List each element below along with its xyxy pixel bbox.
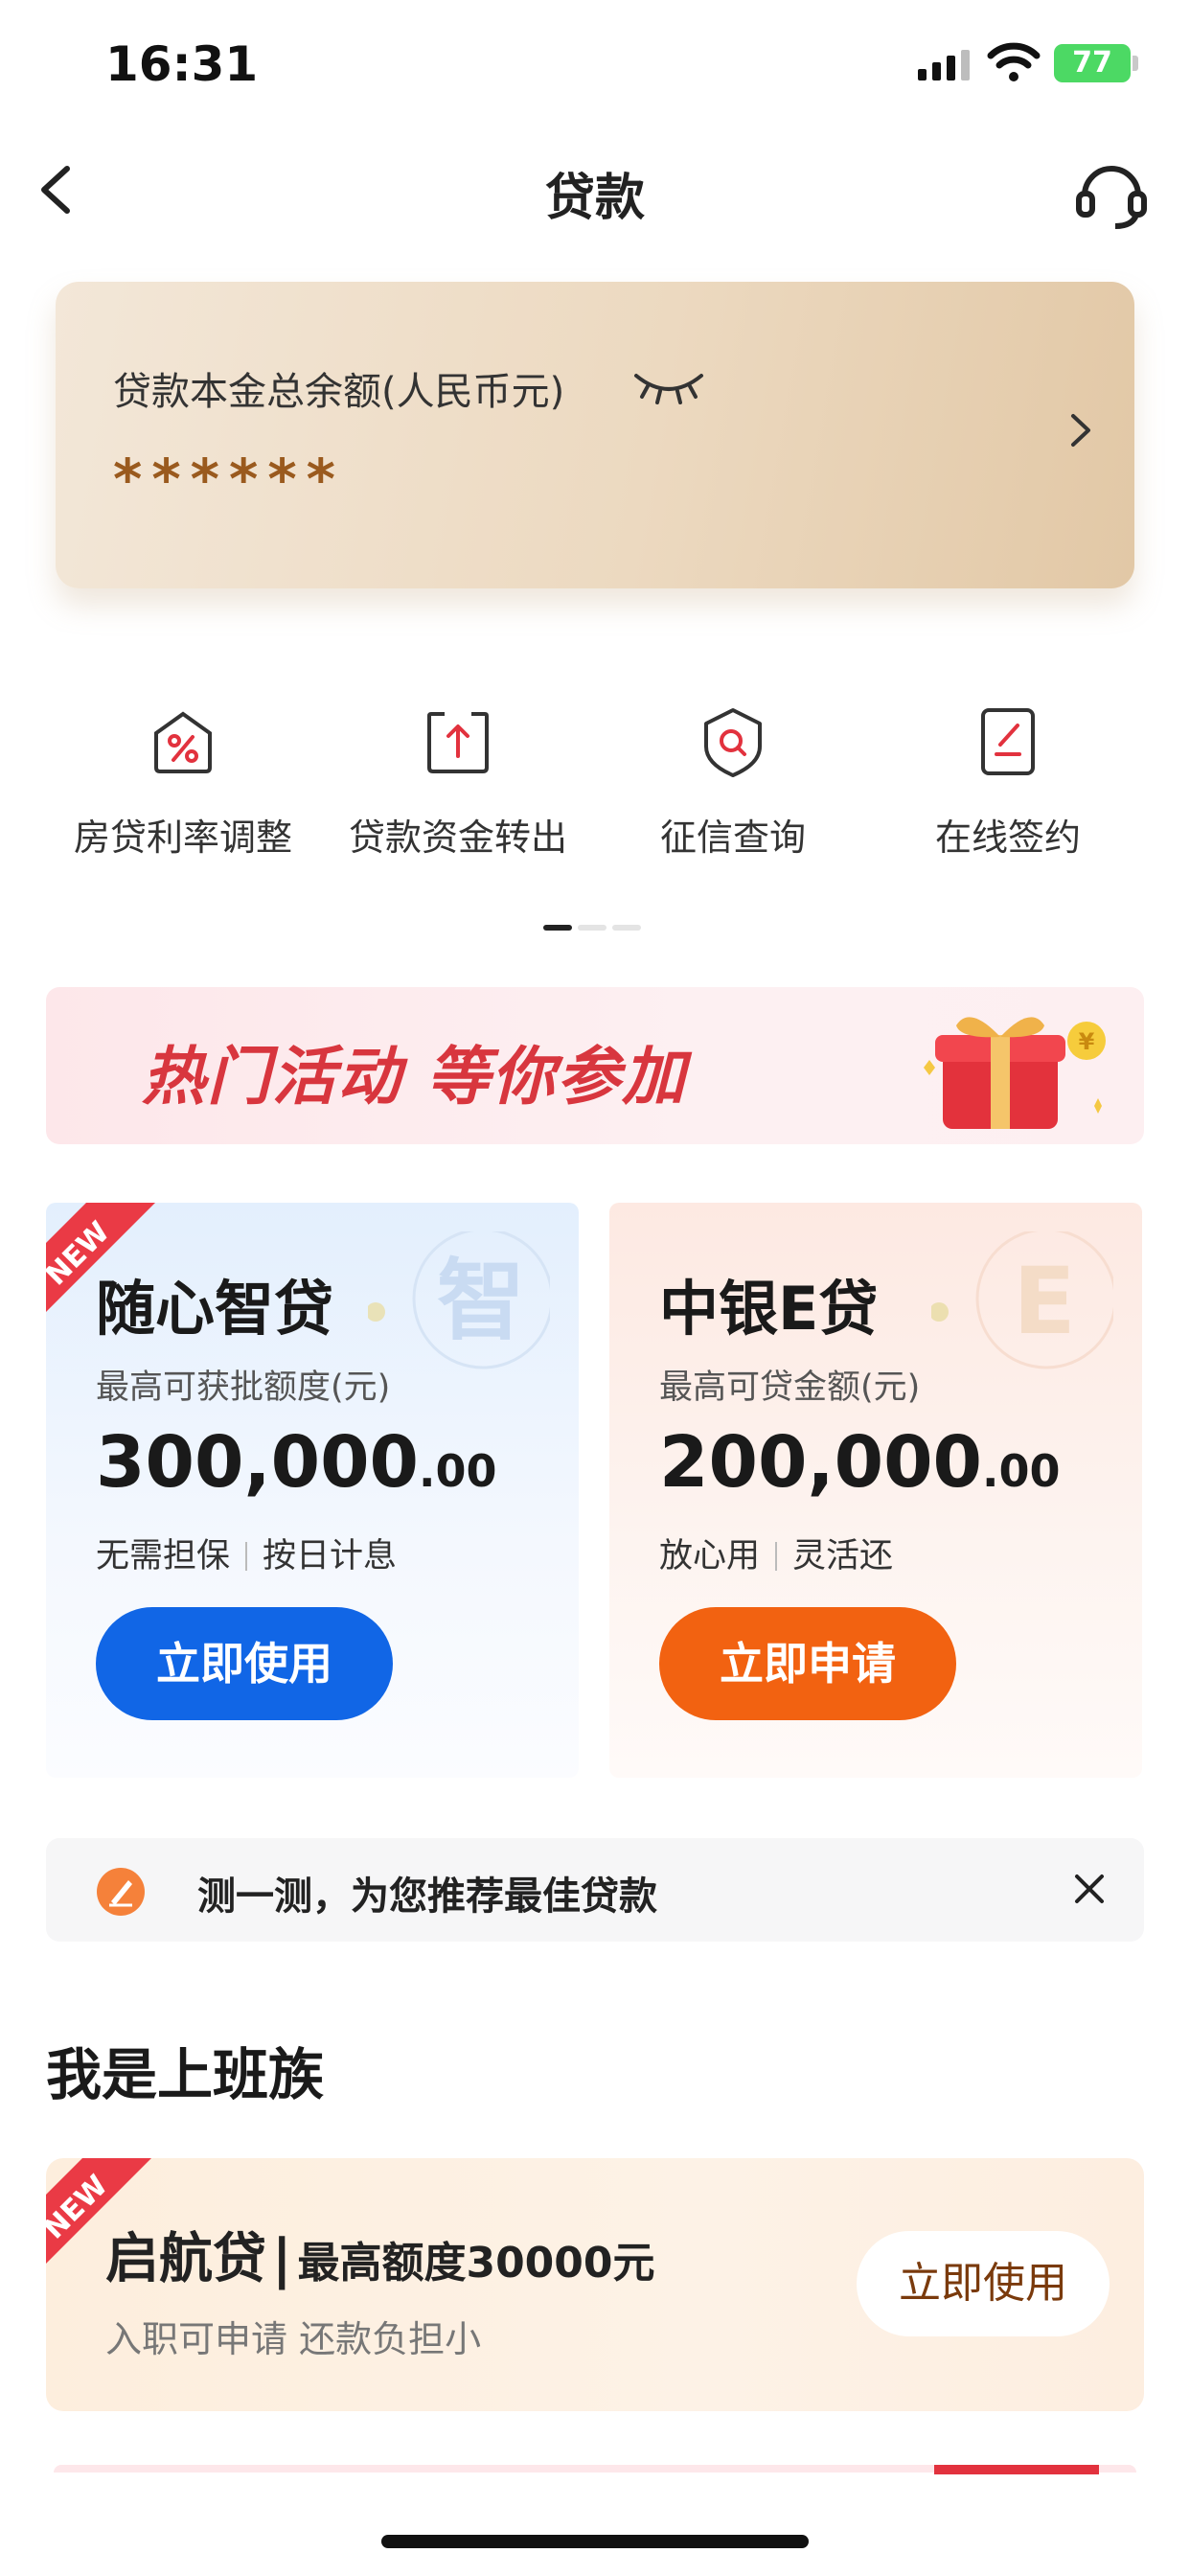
page-dot	[612, 925, 641, 931]
battery-tip	[1133, 56, 1138, 71]
deco-char: 智	[437, 1250, 525, 1352]
use-now-button[interactable]: 立即使用	[96, 1607, 393, 1720]
product-card-suixin[interactable]: 智 NEW 随心智贷 最高可获批额度(元) 300,000.00 无需担保 按日计…	[46, 1203, 579, 1778]
amount-integer: 200,000	[659, 1421, 983, 1504]
wifi-icon	[987, 42, 1041, 81]
quick-action-transfer-out[interactable]: 贷款资金转出	[319, 704, 597, 861]
section-title: 我是上班族	[46, 2042, 325, 2107]
promo-name: 启航贷	[105, 2228, 266, 2290]
loan-recommend-bar[interactable]: 测一测，为您推荐最佳贷款	[46, 1838, 1144, 1942]
promo-subtitle: 入职可申请 还款负担小	[105, 2318, 482, 2360]
product-tags: 无需担保 按日计息	[96, 1529, 397, 1577]
quick-action-online-sign[interactable]: 在线签约	[869, 704, 1147, 861]
quick-action-credit-query[interactable]: 征信查询	[594, 704, 872, 861]
product-tag: 灵活还	[792, 1537, 894, 1576]
next-card-tag	[934, 2465, 1099, 2474]
recommend-text: 测一测，为您推荐最佳贷款	[197, 1874, 657, 1919]
page-title: 贷款	[544, 170, 645, 227]
hide-balance-eye-icon[interactable]	[630, 360, 707, 408]
product-card-e-loan[interactable]: E 中银E贷 最高可贷金额(元) 200,000.00 放心用 灵活还 立即申请	[609, 1203, 1142, 1778]
home-indicator[interactable]	[381, 2535, 809, 2548]
product-tag: 放心用	[659, 1537, 761, 1576]
close-icon[interactable]	[1073, 1873, 1106, 1905]
banner-text: 热门活动 等你参加	[142, 1040, 687, 1114]
pen-badge-icon	[97, 1868, 145, 1916]
page-dot-active	[543, 925, 572, 931]
quick-actions: 房贷利率调整 贷款资金转出 征信查询 在线签约	[0, 704, 1190, 877]
quick-action-label: 房贷利率调整	[73, 816, 292, 859]
promo-card-qihang[interactable]: NEW 启航贷 | 最高额度30000元 入职可申请 还款负担小 立即使用	[46, 2158, 1144, 2411]
loan-balance-card[interactable]: 贷款本金总余额(人民币元) ******	[56, 282, 1134, 588]
page-dot	[578, 925, 606, 931]
sign-document-icon	[981, 708, 1035, 775]
watermark-decoration: 智	[368, 1231, 550, 1369]
promo-separator: |	[272, 2228, 292, 2290]
watermark-decoration: E	[931, 1231, 1113, 1369]
product-title: 随心智贷	[96, 1274, 334, 1344]
product-subtitle: 最高可获批额度(元)	[96, 1368, 391, 1407]
svg-text:¥: ¥	[1079, 1028, 1095, 1055]
product-title: 中银E贷	[659, 1274, 879, 1344]
transfer-out-icon	[427, 712, 489, 773]
quick-action-label: 贷款资金转出	[348, 816, 567, 859]
hot-activity-banner[interactable]: 热门活动 等你参加 ¥	[46, 987, 1144, 1144]
page-indicator	[543, 925, 649, 931]
promo-use-now-button[interactable]: 立即使用	[857, 2231, 1110, 2336]
quick-action-label: 在线签约	[934, 816, 1081, 859]
balance-label: 贷款本金总余额(人民币元)	[113, 370, 565, 414]
apply-now-button[interactable]: 立即申请	[659, 1607, 956, 1720]
deco-char: E	[1013, 1248, 1076, 1355]
status-time: 16:31	[105, 36, 259, 92]
cellular-signal-icon	[918, 50, 970, 80]
balance-value: ******	[113, 447, 345, 512]
tag-divider	[245, 1542, 248, 1571]
tag-divider	[775, 1542, 778, 1571]
percent-house-icon	[154, 711, 212, 773]
customer-service-icon[interactable]	[1073, 155, 1150, 232]
product-amount: 300,000.00	[96, 1421, 497, 1504]
product-tag: 按日计息	[263, 1537, 398, 1576]
promo-title: 启航贷 | 最高额度30000元	[105, 2216, 655, 2293]
nav-bar: 贷款	[0, 144, 1190, 240]
chevron-right-icon[interactable]	[1062, 406, 1100, 454]
amount-decimals: .00	[419, 1445, 497, 1497]
product-amount: 200,000.00	[659, 1421, 1061, 1504]
quick-action-rate-adjust[interactable]: 房贷利率调整	[44, 704, 322, 861]
battery-indicator: 77	[1054, 44, 1131, 82]
product-tags: 放心用 灵活还	[659, 1529, 893, 1577]
credit-search-icon	[704, 708, 762, 777]
promo-detail: 最高额度30000元	[297, 2239, 655, 2288]
gift-box-icon: ¥	[924, 1017, 1106, 1129]
amount-integer: 300,000	[96, 1421, 420, 1504]
amount-decimals: .00	[982, 1445, 1061, 1497]
product-tag: 无需担保	[96, 1537, 231, 1576]
status-bar: 16:31 77	[0, 0, 1190, 134]
product-subtitle: 最高可贷金额(元)	[659, 1368, 921, 1407]
quick-action-label: 征信查询	[659, 816, 806, 859]
